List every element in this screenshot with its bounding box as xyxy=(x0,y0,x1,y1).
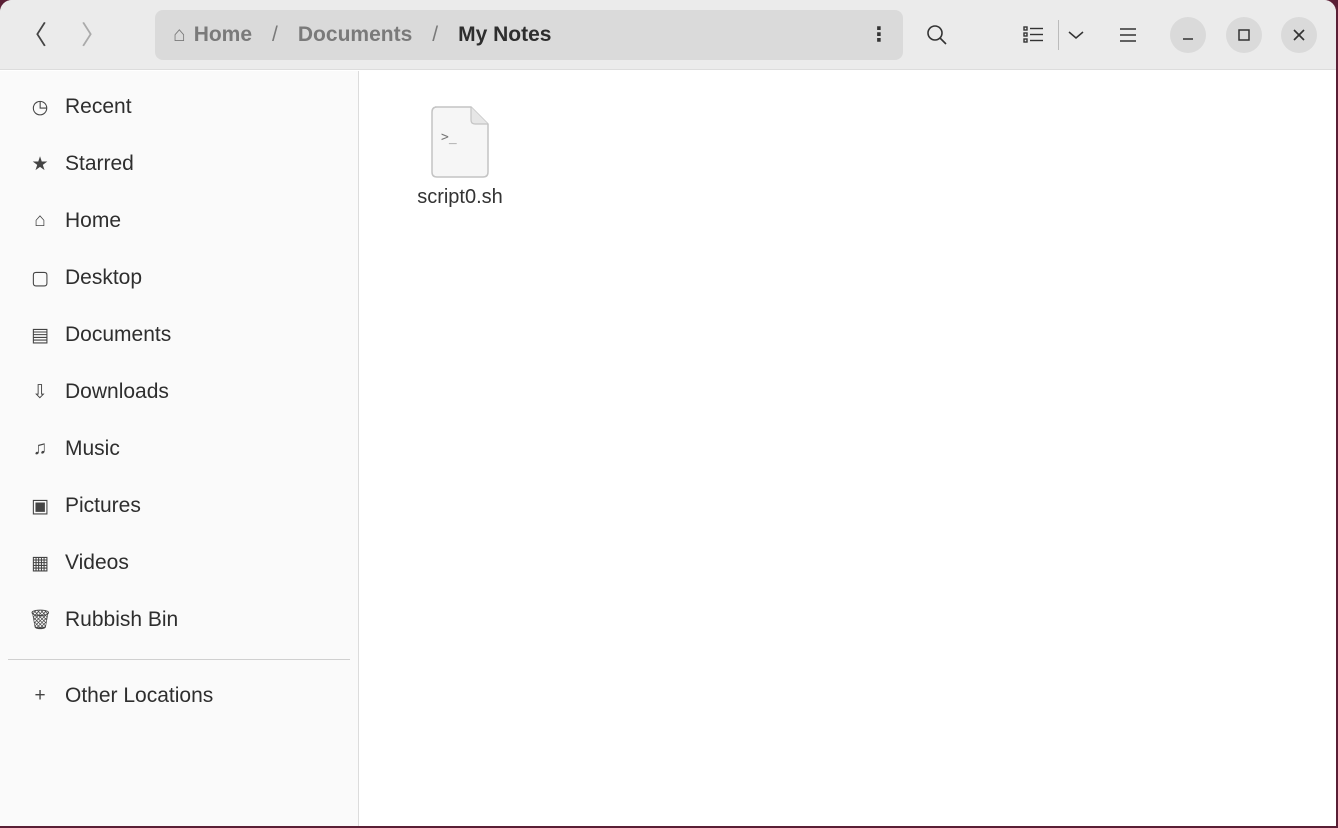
sidebar-item-label: Downloads xyxy=(65,380,169,403)
kebab-menu-icon[interactable]: ⋮ xyxy=(869,22,889,47)
sidebar-item-recent[interactable]: ◷ Recent xyxy=(28,90,132,124)
picture-icon: ▣ xyxy=(31,495,49,517)
sidebar-item-label: Videos xyxy=(65,551,129,574)
list-view-icon xyxy=(1023,26,1043,43)
sidebar-item-music[interactable]: ♫ Music xyxy=(28,432,120,466)
sidebar-item-label: Rubbish Bin xyxy=(65,608,179,631)
home-icon: ⌂ xyxy=(34,210,46,231)
download-icon: ⇩ xyxy=(32,381,48,403)
sidebar-item-other-locations[interactable]: + Other Locations xyxy=(28,679,213,713)
minimize-icon xyxy=(1183,38,1193,40)
sidebar-item-pictures[interactable]: ▣ Pictures xyxy=(28,489,141,523)
back-button[interactable]: 〈 xyxy=(19,18,49,52)
sidebar-item-label: Music xyxy=(65,437,120,460)
header-bar: 〈 〉 ⌂ Home / Documents / My Notes ⋮ xyxy=(0,0,1336,70)
shell-script-icon: >_ xyxy=(431,106,489,178)
sidebar-item-label: Starred xyxy=(65,152,134,175)
plus-icon: + xyxy=(34,685,46,706)
search-icon xyxy=(927,25,947,45)
breadcrumb-documents[interactable]: Documents xyxy=(298,23,412,47)
file-item[interactable]: >_ script0.sh xyxy=(400,106,520,209)
document-icon: ▤ xyxy=(31,324,49,346)
desktop-icon: ▢ xyxy=(31,267,49,289)
sidebar-item-home[interactable]: ⌂ Home xyxy=(28,204,121,238)
breadcrumb: ⌂ Home / Documents / My Notes ⋮ xyxy=(155,10,903,60)
maximize-button[interactable] xyxy=(1226,17,1262,53)
forward-button[interactable]: 〉 xyxy=(79,18,109,52)
breadcrumb-current[interactable]: My Notes xyxy=(458,23,551,47)
trash-icon: 🗑 xyxy=(28,610,53,631)
sidebar-item-desktop[interactable]: ▢ Desktop xyxy=(28,261,142,295)
sidebar-item-label: Home xyxy=(65,209,122,232)
file-name: script0.sh xyxy=(417,186,503,208)
sidebar-item-label: Documents xyxy=(65,323,172,346)
main-menu-button[interactable] xyxy=(1110,17,1146,53)
view-options-button[interactable] xyxy=(1058,17,1094,53)
close-icon xyxy=(1293,29,1305,41)
sidebar-divider xyxy=(8,659,350,660)
sidebar-item-label: Recent xyxy=(65,95,132,118)
star-icon: ★ xyxy=(31,153,49,175)
sidebar-item-label: Desktop xyxy=(65,266,143,289)
close-button[interactable] xyxy=(1281,17,1317,53)
maximize-icon xyxy=(1238,29,1250,41)
hamburger-icon xyxy=(1120,28,1136,42)
clock-icon: ◷ xyxy=(31,96,49,118)
home-icon: ⌂ xyxy=(173,23,186,46)
sidebar-item-documents[interactable]: ▤ Documents xyxy=(28,318,171,352)
breadcrumb-home[interactable]: Home xyxy=(194,23,252,47)
sidebar-item-downloads[interactable]: ⇩ Downloads xyxy=(28,375,169,409)
chevron-down-icon xyxy=(1068,31,1084,39)
sidebar-item-starred[interactable]: ★ Starred xyxy=(28,147,134,181)
sidebar: ◷ Recent ★ Starred ⌂ Home ▢ Desktop ▤ Documents ⇩ D… xyxy=(0,71,359,826)
music-icon: ♫ xyxy=(32,438,48,459)
sidebar-item-label: Pictures xyxy=(65,494,141,517)
sidebar-item-rubbish-bin[interactable]: 🗑 Rubbish Bin xyxy=(28,603,178,637)
video-icon: ▦ xyxy=(31,552,49,574)
file-manager-window: 〈 〉 ⌂ Home / Documents / My Notes ⋮ ◷ Rec… xyxy=(0,0,1336,826)
minimize-button[interactable] xyxy=(1170,17,1206,53)
search-button[interactable] xyxy=(919,17,955,53)
list-view-button[interactable] xyxy=(1016,17,1052,53)
sidebar-item-videos[interactable]: ▦ Videos xyxy=(28,546,129,580)
